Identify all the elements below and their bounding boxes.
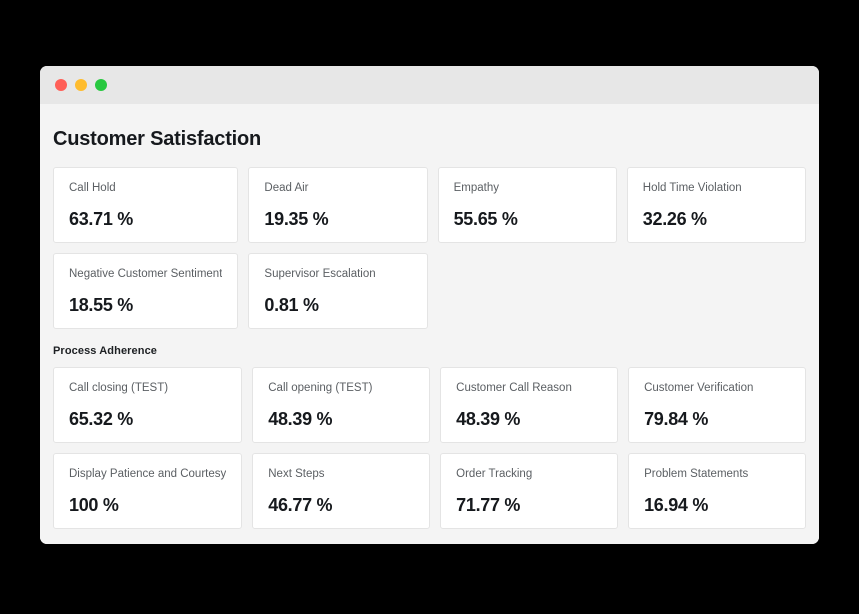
- metric-card-value: 46.77 %: [268, 494, 333, 515]
- metric-card[interactable]: Call Hold 63.71 %: [53, 167, 239, 243]
- window-titlebar: [40, 66, 819, 104]
- close-window-button[interactable]: [55, 79, 67, 91]
- metric-card-label: Call closing (TEST): [69, 382, 169, 394]
- metric-card[interactable]: Next Steps 46.77 %: [252, 453, 431, 529]
- metric-card-value: 65.32 %: [69, 408, 133, 429]
- metric-card-label: Customer Verification: [644, 382, 754, 394]
- metric-card-grid: Call closing (TEST) 65.32 % Call opening (…: [53, 367, 806, 529]
- metric-card-label: Supervisor Escalation: [264, 268, 376, 280]
- metric-card-label: Empathy: [453, 182, 499, 194]
- metric-card-value: 48.39 %: [268, 408, 333, 429]
- maximize-window-button[interactable]: [95, 79, 107, 91]
- metric-card-value: 16.94 %: [644, 494, 709, 515]
- metric-card-value: 19.35 %: [264, 208, 329, 229]
- section-label: Process Adherence: [53, 345, 158, 357]
- metric-card[interactable]: Supervisor Escalation 0.81 %: [248, 253, 428, 329]
- metric-card-label: Display Patience and Courtesy: [69, 468, 227, 480]
- metric-card-label: Order Tracking: [456, 468, 533, 480]
- metric-card-label: Customer Call Reason: [456, 382, 572, 394]
- metric-card-label: Call Hold: [69, 182, 116, 194]
- metric-card-label: Problem Statements: [644, 468, 749, 480]
- metric-card[interactable]: Problem Statements 16.94 %: [628, 453, 806, 529]
- metric-card[interactable]: Empathy 55.65 %: [437, 167, 617, 243]
- metric-card-value: 18.55 %: [69, 294, 133, 315]
- metric-card[interactable]: Display Patience and Courtesy 100 %: [53, 453, 243, 529]
- metric-card-label: Dead Air: [264, 182, 309, 194]
- metric-card[interactable]: Customer Call Reason 48.39 %: [440, 367, 619, 443]
- metric-card-value: 71.77 %: [456, 494, 521, 515]
- metric-card-label: Next Steps: [268, 468, 325, 480]
- metric-card-value: 55.65 %: [453, 208, 518, 229]
- metric-card-value: 100 %: [69, 494, 119, 515]
- traffic-light-controls: [55, 79, 107, 91]
- metric-card-value: 63.71 %: [69, 208, 133, 229]
- metric-card-value: 32.26 %: [642, 208, 707, 229]
- metric-card[interactable]: Dead Air 19.35 %: [248, 167, 428, 243]
- metric-card-value: 79.84 %: [644, 408, 709, 429]
- metric-card[interactable]: Call closing (TEST) 65.32 %: [53, 367, 243, 443]
- metric-card-grid: Call Hold 63.71 % Dead Air 19.35 % Empathy 55…: [53, 167, 806, 329]
- metric-card-value: 0.81 %: [264, 294, 319, 315]
- metric-card[interactable]: Negative Customer Sentiment 18.55 %: [53, 253, 239, 329]
- metric-card-label: Negative Customer Sentiment: [69, 268, 223, 280]
- metric-card[interactable]: Call opening (TEST) 48.39 %: [252, 367, 431, 443]
- page-title: Customer Satisfaction: [53, 128, 262, 150]
- metric-card[interactable]: Order Tracking 71.77 %: [440, 453, 619, 529]
- minimize-window-button[interactable]: [75, 79, 87, 91]
- metric-card[interactable]: Customer Verification 79.84 %: [628, 367, 806, 443]
- app-window: Customer Satisfaction Call Hold 63.71 % De…: [40, 66, 819, 544]
- metric-sections: Call Hold 63.71 % Dead Air 19.35 % Empathy 55…: [53, 167, 806, 529]
- dashboard-content: Customer Satisfaction Call Hold 63.71 % De…: [40, 104, 819, 544]
- metric-card-label: Call opening (TEST): [268, 382, 373, 394]
- metric-card-value: 48.39 %: [456, 408, 521, 429]
- metric-card-label: Hold Time Violation: [642, 182, 742, 194]
- metric-card[interactable]: Hold Time Violation 32.26 %: [626, 167, 806, 243]
